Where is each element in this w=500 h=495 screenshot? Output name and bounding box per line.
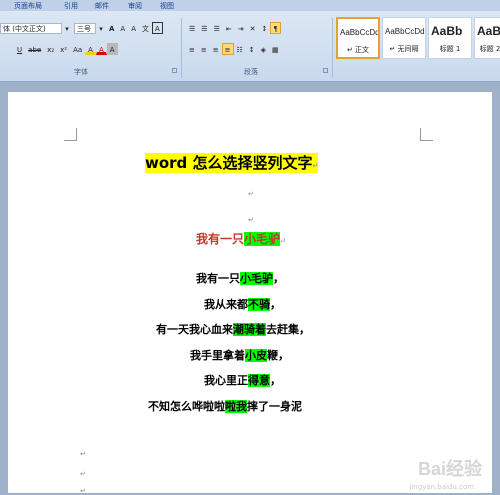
shading-button[interactable]: ◈	[258, 43, 269, 55]
selected-column-text: 不骑	[248, 298, 270, 311]
superscript-button[interactable]: x²	[57, 43, 70, 55]
align-center-button[interactable]: ≡	[198, 43, 210, 55]
style-label: ↵ 无间隔	[389, 45, 419, 53]
highlight-color-button[interactable]: A	[85, 43, 96, 55]
line-text: ，	[270, 374, 281, 387]
style-preview: AaBb	[431, 24, 463, 38]
style-heading-1[interactable]: AaBb 标题 1	[428, 17, 472, 59]
ribbon-tab-bar: 页面布局 引用 邮件 审阅 视图	[0, 0, 500, 11]
poem-line[interactable]: 我手里拿着小皮鞭，	[190, 347, 289, 363]
justify-button[interactable]: ≡	[221, 43, 234, 55]
crop-mark	[420, 128, 433, 141]
watermark-url: jingyan.baidu.com	[409, 483, 474, 491]
baidu-watermark-logo: Bai经验	[417, 459, 482, 479]
style-normal[interactable]: AaBbCcDd ↵ 正文	[336, 17, 380, 59]
subtitle-highlight: 小毛驴	[244, 232, 281, 246]
show-marks-button[interactable]: ¶	[270, 22, 281, 34]
numbering-button[interactable]: ☰	[198, 22, 210, 34]
paragraph-mark: ↵	[80, 470, 86, 478]
style-heading-2[interactable]: AaBb 标题 2	[474, 17, 500, 59]
paragraph-mark: ↵	[312, 162, 319, 170]
poem-line[interactable]: 有一天我心血来潮骑着去赶集，	[156, 321, 310, 337]
borders-button[interactable]: ▦	[269, 43, 282, 55]
sort-button[interactable]: ↕	[258, 22, 270, 34]
style-label: 标题 1	[439, 45, 461, 53]
font-group-label: 字体	[74, 68, 88, 76]
group-divider	[332, 18, 333, 78]
distributed-button[interactable]: ☷	[234, 43, 246, 55]
font-size-dropdown[interactable]: 三号	[74, 22, 96, 34]
multilevel-list-button[interactable]: ☰	[211, 22, 223, 34]
chevron-down-icon[interactable]: ▾	[96, 22, 106, 34]
paragraph-mark: ↵	[248, 216, 254, 224]
chevron-down-icon[interactable]: ▾	[62, 22, 72, 34]
styles-gallery: AaBbCcDd ↵ 正文 AaBbCcDd ↵ 无间隔 AaBb 标题 1 A…	[336, 17, 500, 61]
line-text: 我心里正	[204, 374, 248, 387]
strikethrough-button[interactable]: abe	[25, 43, 44, 55]
phonetic-guide-button[interactable]: 文	[139, 22, 152, 34]
poem-line[interactable]: 我从来都不骑，	[204, 296, 281, 312]
align-left-button[interactable]: ≡	[186, 43, 198, 55]
style-preview: AaBbCcDd	[385, 27, 425, 36]
tab-mailings[interactable]: 邮件	[95, 1, 109, 11]
document-title[interactable]: word 怎么选择竖列文字↵	[145, 153, 319, 173]
selected-column-text: 啦我	[225, 400, 247, 413]
style-preview: AaBb	[477, 24, 500, 38]
line-spacing-button[interactable]: ↕	[246, 43, 258, 55]
clear-format-button[interactable]: A	[128, 22, 139, 34]
decrease-indent-button[interactable]: ⇤	[223, 22, 235, 34]
line-text: ，	[273, 272, 284, 285]
tab-page-layout[interactable]: 页面布局	[14, 1, 42, 11]
chinese-layout-button[interactable]: ✕	[247, 22, 259, 34]
line-text: 摔了一身泥	[247, 400, 302, 413]
line-text: 有一天我心血来	[156, 323, 233, 336]
grow-font-button[interactable]: A	[106, 22, 117, 34]
crop-mark	[64, 128, 77, 141]
change-case-button[interactable]: Aa	[70, 43, 85, 55]
shrink-font-button[interactable]: A	[117, 22, 128, 34]
tab-references[interactable]: 引用	[64, 1, 78, 11]
align-right-button[interactable]: ≡	[210, 43, 222, 55]
underline-button[interactable]: U	[14, 43, 25, 55]
style-preview: AaBbCcDd	[340, 28, 380, 37]
tab-review[interactable]: 审阅	[128, 1, 142, 11]
line-text: 去赶集，	[266, 323, 310, 336]
paragraph-mark: ↵	[280, 237, 286, 245]
paragraph-mark: ↵	[80, 450, 86, 458]
line-text: 鞭，	[267, 349, 289, 362]
selected-column-text: 得意	[248, 374, 270, 387]
poem-line[interactable]: 不知怎么哗啦啦啦我摔了一身泥	[148, 398, 302, 414]
subscript-button[interactable]: x₂	[44, 43, 57, 55]
style-no-spacing[interactable]: AaBbCcDd ↵ 无间隔	[382, 17, 426, 59]
font-color-button[interactable]: A	[95, 43, 107, 55]
selected-column-text: 小毛驴	[240, 272, 273, 285]
tab-view[interactable]: 视图	[160, 1, 174, 11]
style-label: ↵ 正文	[346, 46, 370, 54]
font-name-dropdown[interactable]: 体 (中文正文)	[0, 22, 62, 34]
line-text: 不知怎么哗啦啦	[148, 400, 225, 413]
poem-line[interactable]: 我心里正得意，	[204, 372, 281, 388]
line-text: 我有一只	[196, 272, 240, 285]
ribbon: 页面布局 引用 邮件 审阅 视图 体 (中文正文) ▾ 三号 ▾ A A A 文…	[0, 0, 500, 82]
subtitle-text: 我有一只	[196, 232, 245, 246]
char-shading-button[interactable]: A	[106, 43, 118, 55]
line-text: ，	[270, 298, 281, 311]
line-text: 我从来都	[204, 298, 248, 311]
selected-column-text: 小皮	[245, 349, 267, 362]
style-label: 标题 2	[479, 45, 500, 53]
bullets-button[interactable]: ☰	[186, 22, 198, 34]
line-text: 我手里拿着	[190, 349, 245, 362]
paragraph-mark: ↵	[80, 487, 86, 495]
paragraph-mark: ↵	[248, 190, 254, 198]
increase-indent-button[interactable]: ⇥	[235, 22, 247, 34]
paragraph-group-label: 段落	[244, 68, 258, 76]
title-text: word 怎么选择竖列文字	[145, 154, 313, 172]
char-border-button[interactable]: A	[152, 22, 163, 34]
paragraph-dialog-launcher-icon[interactable]	[323, 68, 328, 73]
subtitle-line[interactable]: 我有一只小毛驴↵	[196, 230, 286, 247]
poem-line[interactable]: 我有一只小毛驴，	[196, 270, 284, 286]
font-dialog-launcher-icon[interactable]	[172, 68, 177, 73]
selected-column-text: 潮骑着	[233, 323, 266, 336]
group-divider	[181, 18, 182, 78]
